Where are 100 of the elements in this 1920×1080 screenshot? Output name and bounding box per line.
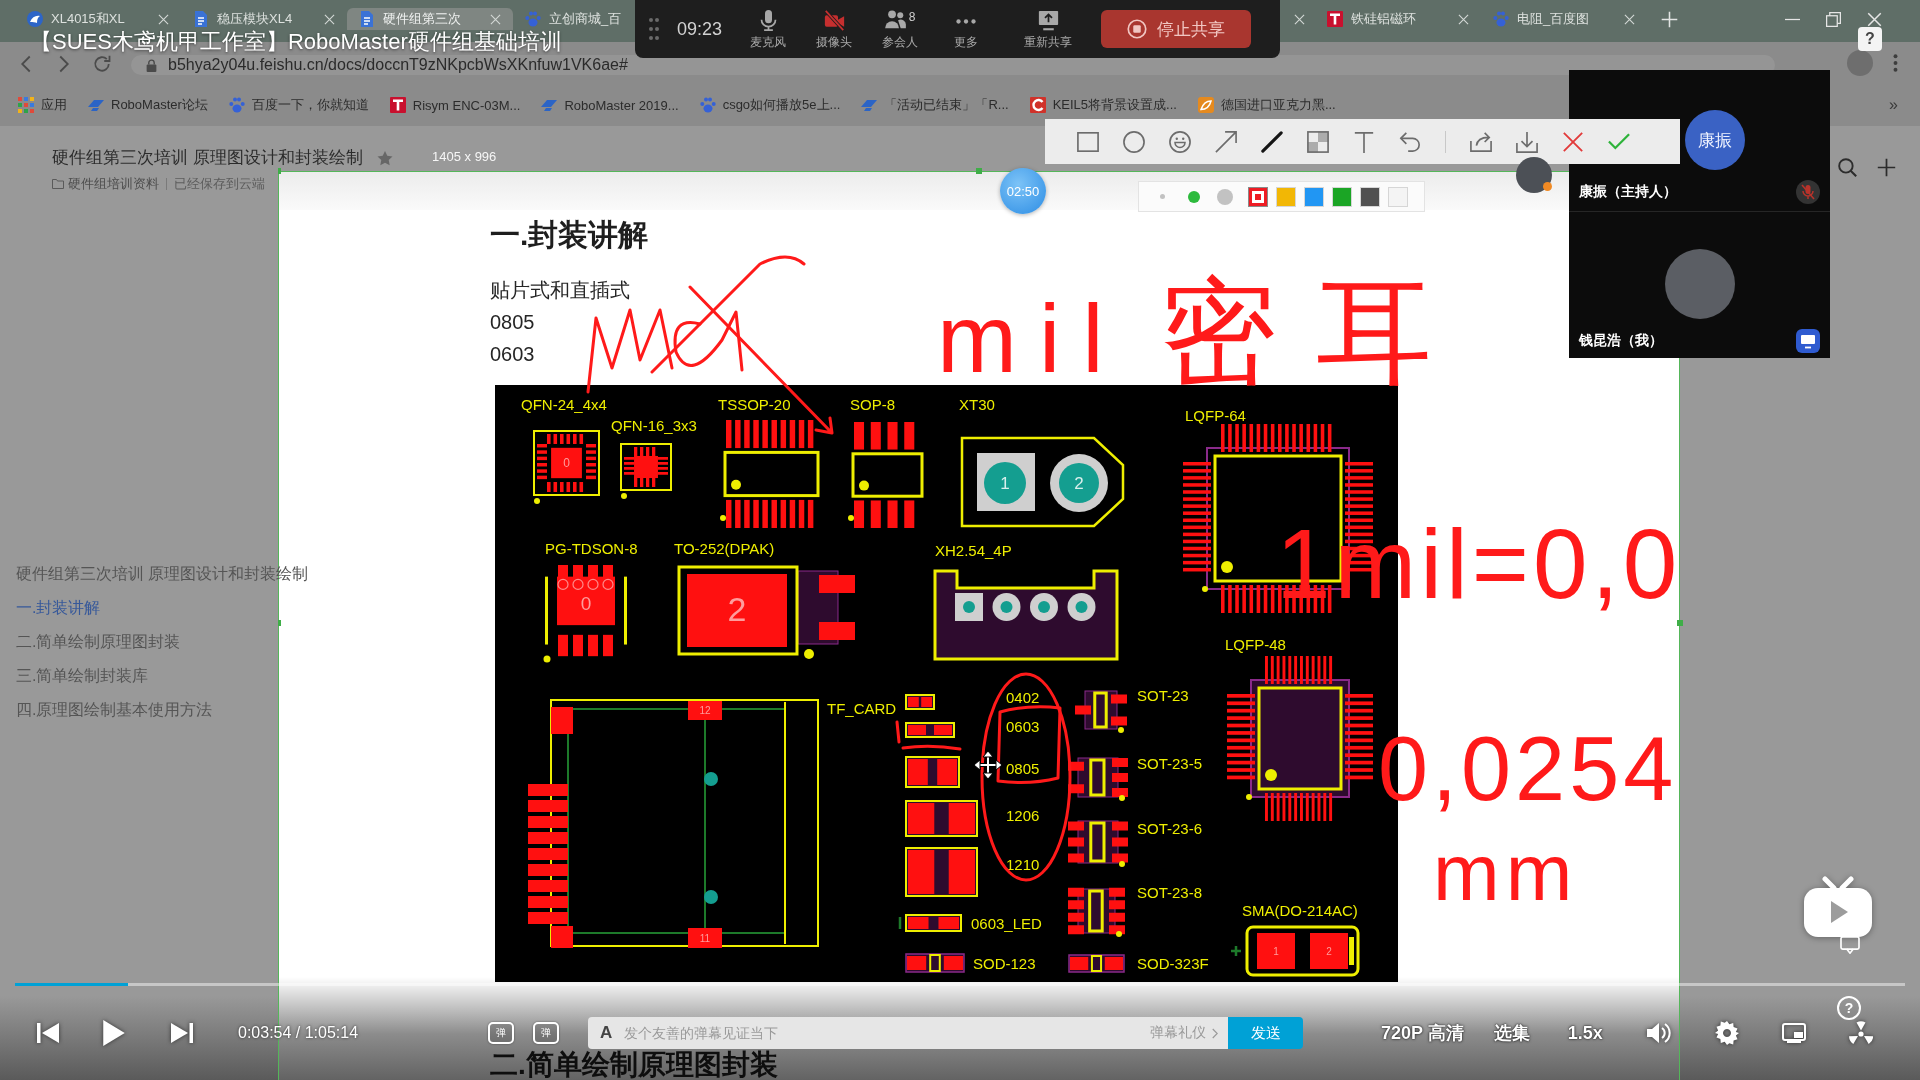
send-button[interactable]: 发送 bbox=[1228, 1017, 1303, 1049]
menu-icon[interactable] bbox=[1893, 54, 1898, 72]
browser-tab[interactable]: 电阻_百度图 bbox=[1481, 8, 1647, 30]
wing-logo-icon bbox=[541, 97, 558, 113]
comment-icon[interactable] bbox=[1840, 936, 1860, 954]
more-bookmarks-button[interactable]: » bbox=[1889, 96, 1898, 114]
footprint-label: LQFP-48 bbox=[1225, 635, 1286, 653]
camera-off-icon bbox=[823, 9, 845, 31]
play-icon[interactable] bbox=[102, 1019, 126, 1047]
paragraph: 0805 bbox=[490, 310, 535, 335]
bookmark[interactable]: 应用 bbox=[18, 96, 67, 114]
tv-play-icon[interactable] bbox=[1803, 876, 1873, 938]
folder-icon bbox=[52, 179, 64, 189]
help-button[interactable]: ? bbox=[1858, 27, 1882, 51]
picture-in-picture-icon[interactable] bbox=[1781, 1021, 1806, 1045]
chip-footprint bbox=[905, 694, 935, 710]
speed-button[interactable]: 1.5x bbox=[1567, 1022, 1603, 1044]
outline-item[interactable]: 四.原理图绘制基本使用方法 bbox=[16, 693, 213, 727]
pen-size-dot[interactable] bbox=[1216, 188, 1233, 205]
muted-microphone-icon[interactable] bbox=[1796, 180, 1820, 204]
danmaku-toggle[interactable]: 弹 bbox=[488, 1022, 514, 1044]
text-tool-icon[interactable] bbox=[1353, 130, 1375, 153]
share-icon[interactable] bbox=[1470, 130, 1492, 153]
bookmark[interactable]: 德国进口亚克力黑... bbox=[1197, 96, 1336, 114]
rectangle-tool-icon[interactable] bbox=[1077, 130, 1099, 153]
minimize-icon[interactable] bbox=[1785, 18, 1800, 21]
color-swatch[interactable] bbox=[1249, 187, 1267, 206]
stop-sharing-button[interactable]: 停止共享 bbox=[1101, 10, 1251, 48]
search-icon[interactable] bbox=[1838, 158, 1857, 177]
drag-handle-icon[interactable] bbox=[649, 18, 659, 40]
browser-tab[interactable]: 立创商城_百 bbox=[513, 8, 635, 30]
plus-icon[interactable] bbox=[1877, 158, 1896, 177]
screen-share-icon[interactable] bbox=[1796, 329, 1820, 353]
trefoil-icon[interactable] bbox=[1848, 1021, 1873, 1045]
volume-icon[interactable] bbox=[1646, 1021, 1671, 1045]
mosaic-tool-icon[interactable] bbox=[1307, 130, 1329, 153]
episodes-button[interactable]: 选集 bbox=[1493, 1021, 1530, 1045]
danmaku-input[interactable]: A 发个友善的弹幕见证当下 弹幕礼仪 bbox=[588, 1017, 1228, 1049]
footprint-label: 0805 bbox=[1006, 759, 1040, 777]
bookmark[interactable]: Risym ENC-03M... bbox=[389, 97, 521, 113]
bookmark[interactable]: RoboMaster论坛 bbox=[88, 96, 208, 114]
previous-icon[interactable] bbox=[36, 1021, 60, 1045]
footprint-label: SOP-8 bbox=[850, 395, 895, 413]
outline-item[interactable]: 三.简单绘制封装库 bbox=[16, 659, 149, 693]
pen-size-dot[interactable] bbox=[1187, 190, 1200, 203]
danmaku-toggle[interactable]: 弹 bbox=[533, 1022, 559, 1044]
color-swatch[interactable] bbox=[1361, 187, 1379, 206]
browser-tab[interactable]: XL4015和XL bbox=[15, 8, 181, 30]
folder-link[interactable]: 硬件组培训资料 bbox=[68, 175, 159, 193]
pen-tool-icon[interactable] bbox=[1261, 130, 1283, 153]
checkmark-icon[interactable] bbox=[1608, 133, 1630, 150]
resize-handle[interactable] bbox=[275, 168, 281, 174]
diode-footprint bbox=[1068, 954, 1125, 973]
star-icon[interactable] bbox=[376, 150, 393, 166]
meeting-control[interactable]: 摄像头 bbox=[801, 9, 867, 49]
help-button[interactable]: ? bbox=[1837, 996, 1861, 1020]
footprint-label: SOD-123 bbox=[973, 954, 1036, 972]
meeting-control[interactable]: 重新共享 bbox=[1008, 9, 1088, 49]
reload-icon[interactable] bbox=[93, 55, 111, 73]
arrow-tool-icon[interactable] bbox=[1215, 130, 1237, 153]
meeting-control[interactable]: 更多 bbox=[933, 9, 999, 49]
bookmark[interactable]: 「活动已结束」「R... bbox=[861, 96, 1009, 114]
chevron-icon bbox=[1212, 1027, 1218, 1039]
quality-button[interactable]: 720P 高清 bbox=[1381, 1021, 1464, 1045]
sot-footprint bbox=[1068, 757, 1128, 801]
new-tab-icon[interactable] bbox=[1661, 11, 1678, 28]
resize-handle[interactable] bbox=[1677, 620, 1683, 626]
color-swatch[interactable] bbox=[1389, 187, 1407, 206]
smiley-icon[interactable] bbox=[1169, 130, 1191, 153]
outline-item[interactable]: 二.简单绘制原理图封装 bbox=[16, 625, 181, 659]
color-swatch[interactable] bbox=[1333, 187, 1351, 206]
next-icon[interactable] bbox=[170, 1021, 194, 1045]
progress-track[interactable] bbox=[15, 983, 1905, 986]
pad-number: 2 bbox=[727, 589, 747, 628]
settings-icon[interactable] bbox=[1714, 1021, 1739, 1045]
color-swatch[interactable] bbox=[1305, 187, 1323, 206]
chip-footprint bbox=[905, 722, 955, 738]
download-icon[interactable] bbox=[1516, 130, 1538, 153]
bookmark[interactable]: RoboMaster 2019... bbox=[541, 97, 679, 113]
resize-handle[interactable] bbox=[275, 620, 281, 626]
pen-size-dot[interactable] bbox=[1160, 194, 1165, 199]
address-field[interactable]: b5hya2y04u.feishu.cn/docs/doccnT9zNKpcbWsXKnfuw1VK6ae# bbox=[131, 55, 1775, 75]
etiquette-link[interactable]: 弹幕礼仪 bbox=[1150, 1024, 1218, 1042]
close-icon[interactable] bbox=[1562, 130, 1584, 153]
bookmark[interactable]: KEIL5将背景设置成... bbox=[1029, 96, 1177, 114]
browser-tab[interactable]: 稳压模块XL4 bbox=[181, 8, 347, 30]
outline-item[interactable]: 一.封装讲解 bbox=[16, 591, 101, 625]
color-swatch[interactable] bbox=[1277, 187, 1295, 206]
footprint-label: 0603 bbox=[1006, 717, 1040, 735]
footprint-label: 0603_LED bbox=[971, 914, 1042, 932]
browser-tab[interactable]: 硬件组第三次 bbox=[347, 8, 513, 30]
bookmark[interactable]: csgo如何播放5e上... bbox=[699, 96, 841, 114]
undo-icon[interactable] bbox=[1399, 130, 1421, 153]
font-style-button[interactable]: A bbox=[600, 1023, 613, 1043]
browser-tab[interactable]: 铁硅铝磁环 bbox=[1315, 8, 1481, 30]
meeting-control[interactable]: 8 参会人 bbox=[867, 9, 933, 49]
resize-handle[interactable] bbox=[976, 168, 982, 174]
circle-tool-icon[interactable] bbox=[1123, 130, 1145, 153]
maximize-icon[interactable] bbox=[1826, 12, 1841, 27]
meeting-control[interactable]: 麦克风 bbox=[735, 9, 801, 49]
